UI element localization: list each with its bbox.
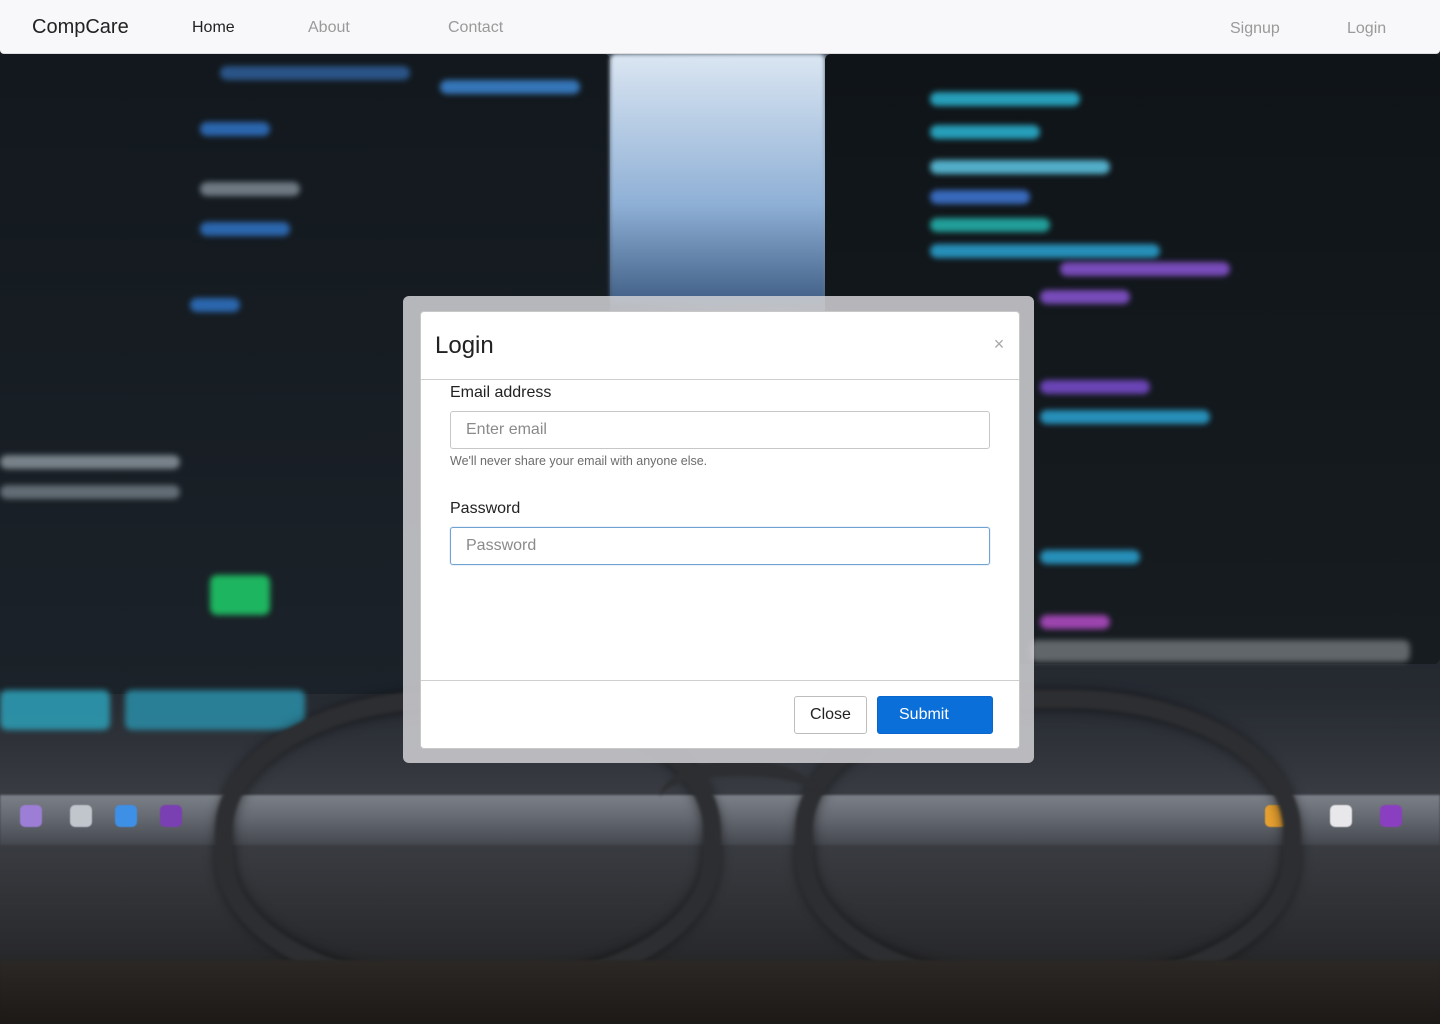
background-code-line (930, 218, 1050, 232)
background-code-line (1060, 262, 1230, 276)
background-code-line (0, 455, 180, 469)
nav-login-link[interactable]: Login (1347, 20, 1386, 38)
background-code-line (930, 160, 1110, 174)
background-code-line (930, 190, 1030, 204)
background-code-line (930, 92, 1080, 106)
background-dock-icon (1330, 805, 1352, 827)
background-glasses-bridge (660, 760, 820, 836)
modal-footer: Close Submit (421, 680, 1019, 749)
background-dock-icon (160, 805, 182, 827)
nav-about-link[interactable]: About (308, 19, 350, 37)
background-code-line (0, 485, 180, 499)
nav-contact-link[interactable]: Contact (448, 19, 503, 37)
background-dock-icon (1380, 805, 1402, 827)
background-dock-icon (20, 805, 42, 827)
background-desk (0, 960, 1440, 1024)
email-input[interactable] (450, 411, 990, 449)
background-code-line (210, 575, 270, 615)
nav-signup-link[interactable]: Signup (1230, 20, 1280, 38)
background-code-line (200, 122, 270, 136)
background-code-line (200, 182, 300, 196)
login-modal-backdrop-frame: Login × Email address We'll never share … (403, 296, 1034, 763)
close-icon[interactable]: × (991, 335, 1007, 353)
modal-title: Login (435, 332, 494, 359)
background-code-line (1040, 290, 1130, 304)
background-code-line (440, 80, 580, 94)
login-modal: Login × Email address We'll never share … (420, 311, 1020, 749)
close-button[interactable]: Close (794, 696, 867, 734)
background-code-line (930, 244, 1160, 258)
password-input[interactable] (450, 527, 990, 565)
top-navbar: CompCare Home About Contact Signup Login (0, 0, 1440, 54)
background-code-line (200, 222, 290, 236)
background-code-line (930, 125, 1040, 139)
modal-header: Login × (421, 312, 1019, 380)
background-code-line (1040, 410, 1210, 424)
background-code-line (1040, 550, 1140, 564)
background-code-line (1030, 640, 1410, 662)
brand-logo[interactable]: CompCare (32, 16, 129, 39)
email-help-text: We'll never share your email with anyone… (450, 454, 708, 468)
email-label: Email address (450, 384, 552, 401)
nav-home-link[interactable]: Home (192, 19, 235, 37)
background-code-line (0, 690, 110, 730)
background-code-line (125, 690, 305, 730)
background-code-line (1040, 615, 1110, 629)
background-code-line (1040, 380, 1150, 394)
background-code-line (190, 298, 240, 312)
submit-button[interactable]: Submit (877, 696, 993, 734)
background-dock-icon (115, 805, 137, 827)
background-code-line (220, 66, 410, 80)
background-window-bright (610, 54, 825, 304)
password-label: Password (450, 500, 521, 517)
background-dock-icon (70, 805, 92, 827)
